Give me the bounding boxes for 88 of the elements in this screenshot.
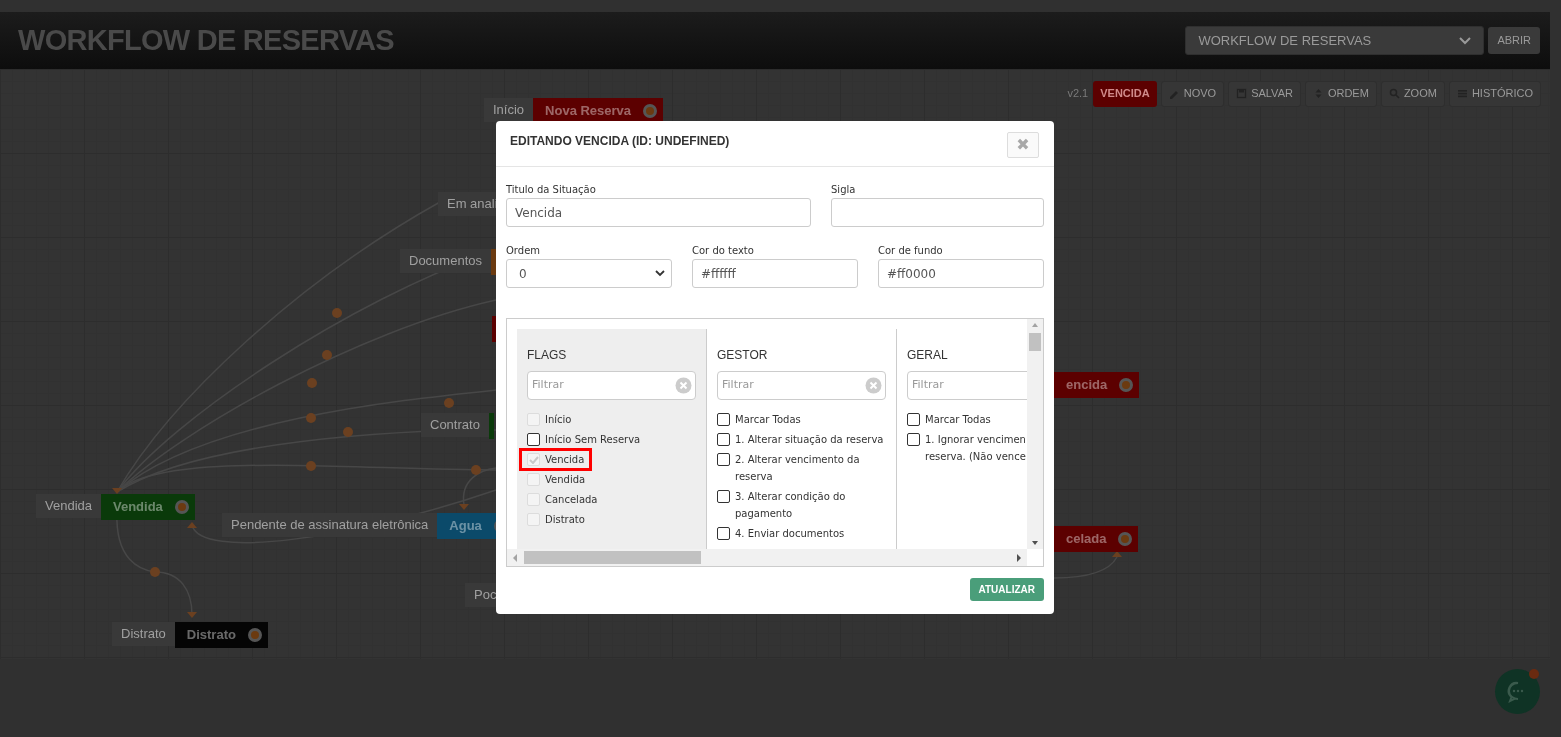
field-label: Sigla xyxy=(831,183,857,195)
order-select[interactable]: 0 xyxy=(506,259,672,288)
connector-line xyxy=(1053,551,1122,579)
checkbox[interactable] xyxy=(907,433,920,446)
connection-handle-icon[interactable] xyxy=(643,104,658,118)
field-label: Titulo da Situação xyxy=(506,183,597,195)
waypoint-dot xyxy=(150,567,160,577)
update-button[interactable]: ATUALIZAR xyxy=(969,578,1044,601)
workflow-node[interactable]: Nova Reserva xyxy=(533,98,664,124)
field-label: Cor do texto xyxy=(692,244,755,256)
checkbox-label: Vencida xyxy=(545,453,585,467)
checkbox[interactable] xyxy=(907,413,920,426)
checkbox-label: Distrato xyxy=(545,513,585,527)
horizontal-scrollbar[interactable] xyxy=(507,549,1027,566)
chevron-down-icon xyxy=(655,270,665,277)
checkbox-label: 1. Ignorar vencimen reserva. (Não vence xyxy=(925,433,1026,464)
waypoint-dot xyxy=(307,378,317,388)
node-label: Início xyxy=(484,98,534,122)
waypoint-dot xyxy=(343,427,353,437)
connection-handle-icon[interactable] xyxy=(174,500,189,514)
checkbox-label: Marcar Todas xyxy=(925,413,991,427)
page-title: WORKFLOW DE RESERVAS xyxy=(18,22,394,58)
scroll-thumb[interactable] xyxy=(524,551,701,564)
arrowhead-icon xyxy=(187,522,197,528)
clear-icon[interactable] xyxy=(865,377,882,394)
connection-handle-icon[interactable] xyxy=(1119,378,1134,392)
filter-field[interactable]: Filtrar xyxy=(717,371,886,400)
open-button[interactable]: ABRIR xyxy=(1488,27,1540,54)
checkbox-label: Início Sem Reserva xyxy=(545,433,641,447)
waypoint-dot xyxy=(322,350,332,360)
workflow-node[interactable]: encida xyxy=(1054,372,1140,398)
arrowhead-icon xyxy=(187,612,197,618)
column-heading: GESTOR xyxy=(717,347,769,364)
workflow-node[interactable]: Distrato xyxy=(174,622,268,648)
waypoint-dot xyxy=(306,413,316,423)
toolbar-button[interactable]: HISTÓRICO xyxy=(1448,80,1541,107)
toolbar-button[interactable]: ORDEM xyxy=(1304,80,1377,107)
waypoint-dot xyxy=(332,308,342,318)
text-field[interactable] xyxy=(831,198,1044,227)
checkbox[interactable] xyxy=(527,433,540,446)
checkbox-label: Cancelada xyxy=(545,493,598,507)
checkbox-label: Início xyxy=(545,413,572,427)
checkbox-label: 2. Alterar vencimento da reserva xyxy=(735,453,861,484)
column-heading: GERAL xyxy=(907,347,949,364)
text-field[interactable]: #ff0000 xyxy=(878,259,1044,288)
node-label: Documentos xyxy=(400,249,491,273)
checkbox-label: Vendida xyxy=(545,473,586,487)
checkbox[interactable] xyxy=(717,527,730,540)
workflow-select[interactable]: WORKFLOW DE RESERVAS xyxy=(1185,26,1485,55)
dialog-title: EDITANDO VENCIDA (ID: UNDEFINED) xyxy=(510,133,730,150)
toolbar-button[interactable]: SALVAR xyxy=(1228,80,1301,107)
waypoint-dot xyxy=(444,398,454,408)
text-field[interactable]: #ffffff xyxy=(692,259,858,288)
workflow-node[interactable] xyxy=(491,249,496,275)
version-label: v2.1 xyxy=(1067,86,1089,102)
column-heading: FLAGS xyxy=(527,347,568,364)
checkbox-label: 1. Alterar situação da reserva xyxy=(735,433,884,447)
checkbox[interactable] xyxy=(717,490,730,503)
checkbox[interactable] xyxy=(717,433,730,446)
clear-icon[interactable] xyxy=(675,377,692,394)
text-field[interactable]: Vencida xyxy=(506,198,811,227)
vertical-scrollbar[interactable] xyxy=(1027,319,1043,549)
field-label: Ordem xyxy=(506,244,542,256)
node-label: Vendida xyxy=(36,494,101,518)
node-label: Distrato xyxy=(112,622,175,646)
waypoint-dot xyxy=(306,461,316,471)
arrowhead-icon xyxy=(459,504,469,510)
node-label: Pendente de assinatura eletrônica xyxy=(222,513,438,537)
filter-field[interactable]: Filtrar xyxy=(907,371,1027,400)
state-button[interactable]: VENCIDA xyxy=(1093,80,1157,107)
scroll-thumb[interactable] xyxy=(1029,333,1041,351)
checkbox-label: 3. Alterar condição do pagamento xyxy=(735,490,847,521)
checkbox[interactable] xyxy=(717,453,730,466)
checkbox-label: 4. Enviar documentos xyxy=(735,527,845,541)
checkbox-label: Marcar Todas xyxy=(735,413,801,427)
node-label: Contrato xyxy=(421,413,489,437)
connection-handle-icon[interactable] xyxy=(1118,532,1133,546)
workflow-node[interactable]: celada xyxy=(1054,526,1139,552)
chevron-down-icon xyxy=(1459,36,1472,45)
filter-field[interactable]: Filtrar xyxy=(527,371,696,400)
checkbox[interactable] xyxy=(717,413,730,426)
workflow-node[interactable] xyxy=(488,413,494,439)
close-button[interactable]: ✖ xyxy=(1007,132,1039,158)
connection-handle-icon[interactable] xyxy=(247,628,262,642)
waypoint-dot xyxy=(471,465,481,475)
field-label: Cor de fundo xyxy=(878,244,944,256)
chat-button[interactable] xyxy=(1495,669,1540,714)
workflow-node[interactable]: Vendida xyxy=(101,494,195,520)
